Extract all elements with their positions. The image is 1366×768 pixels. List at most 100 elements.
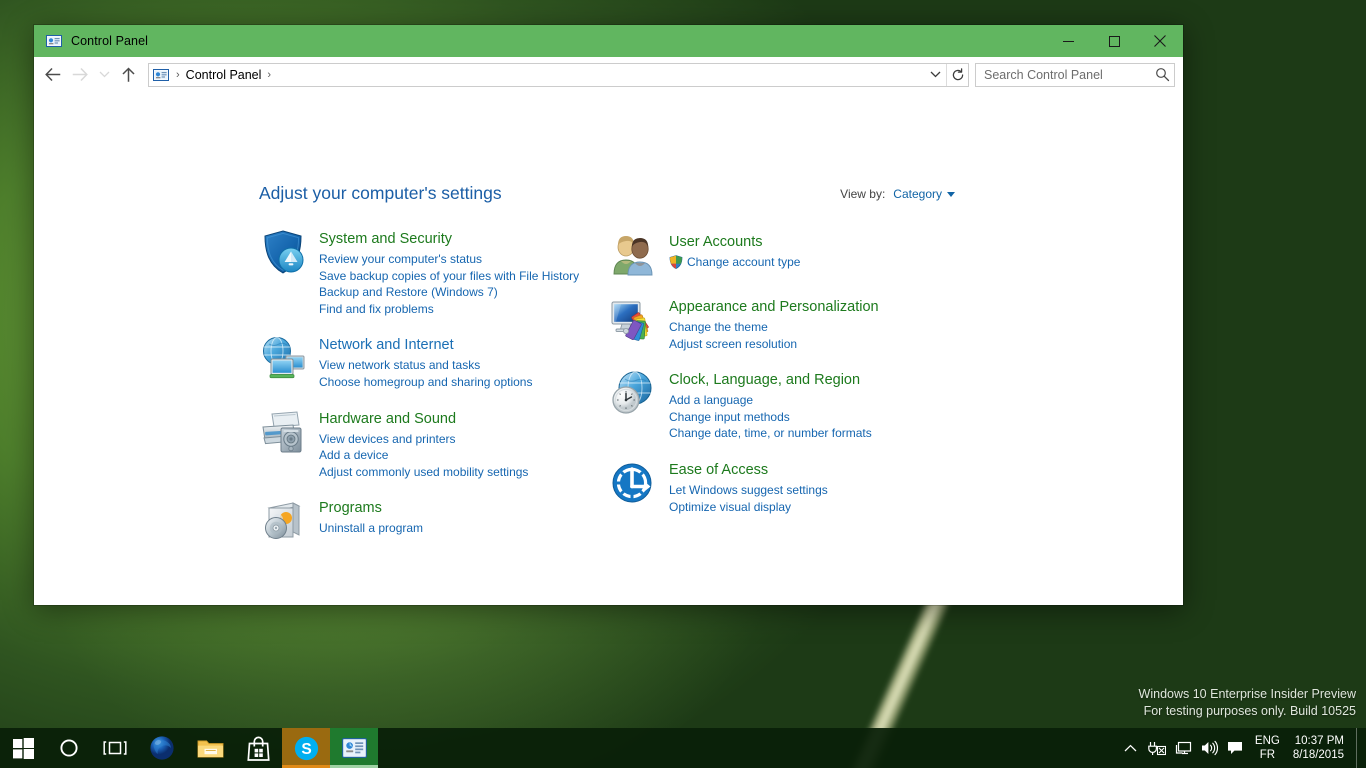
taskbar-app-file-explorer[interactable] [186,728,234,768]
edge-icon [150,736,174,760]
chevron-down-icon [99,71,109,78]
window-titlebar[interactable]: Control Panel [34,25,1183,57]
link-adjust-commonly-used-mobility-settings[interactable]: Adjust commonly used mobility settings [319,464,528,481]
forward-button[interactable] [66,61,94,89]
tray-overflow-button[interactable] [1118,728,1144,768]
tray-display-button[interactable] [1170,728,1196,768]
software-box-icon [259,497,307,545]
security-shield-icon [259,228,307,276]
link-choose-homegroup-and-sharing-options[interactable]: Choose homegroup and sharing options [319,374,532,391]
category-hardware-and-sound: Hardware and Sound View devices and prin… [259,408,609,481]
link-change-the-theme[interactable]: Change the theme [669,319,879,336]
tray-time: 10:37 PM [1294,735,1344,747]
caret-down-icon[interactable] [947,191,955,197]
clock-globe-icon [609,369,657,417]
system-tray: ENG FR 10:37 PM 8/18/2015 [1118,728,1366,768]
link-add-a-device[interactable]: Add a device [319,447,528,464]
store-icon [246,736,270,761]
link-view-devices-and-printers[interactable]: View devices and printers [319,431,528,448]
link-add-a-language[interactable]: Add a language [669,392,872,409]
category-title-system-and-security[interactable]: System and Security [319,230,452,249]
printer-speaker-icon [259,408,307,456]
link-change-date-time-or-number-formats[interactable]: Change date, time, or number formats [669,425,872,442]
taskbar-app-edge[interactable] [138,728,186,768]
category-column-right: User Accounts Change account type Appear… [609,228,959,562]
category-title-hardware-and-sound[interactable]: Hardware and Sound [319,410,456,429]
breadcrumb-separator-2[interactable]: › [262,69,276,81]
appearance-monitor-icon [609,296,657,344]
search-input[interactable] [984,67,1155,82]
minimize-button[interactable] [1045,25,1091,57]
network-disconnected-icon [1148,742,1166,756]
link-let-windows-suggest-settings[interactable]: Let Windows suggest settings [669,482,828,499]
up-button[interactable] [114,61,142,89]
tray-volume-button[interactable] [1196,728,1222,768]
link-change-input-methods[interactable]: Change input methods [669,409,872,426]
maximize-button[interactable] [1091,25,1137,57]
refresh-button[interactable] [946,63,968,86]
tray-clock[interactable]: 10:37 PM 8/18/2015 [1289,734,1356,762]
taskbar-app-control-panel[interactable] [330,728,378,768]
tray-language-primary: ENG [1254,735,1280,747]
show-desktop-button[interactable] [1356,728,1364,768]
category-title-appearance-and-personalization[interactable]: Appearance and Personalization [669,298,879,317]
category-body: Ease of Access Let Windows suggest setti… [669,459,828,515]
close-button[interactable] [1137,25,1183,57]
task-view-icon [103,741,127,755]
link-review-your-computers-status[interactable]: Review your computer's status [319,251,579,268]
category-title-programs[interactable]: Programs [319,499,382,518]
svg-text:S: S [301,741,311,758]
link-view-network-status-and-tasks[interactable]: View network status and tasks [319,357,532,374]
category-body: Hardware and Sound View devices and prin… [319,408,528,481]
breadcrumb[interactable]: › Control Panel › [148,62,969,87]
breadcrumb-separator[interactable]: › [171,69,185,81]
category-title-network-and-internet[interactable]: Network and Internet [319,336,454,355]
link-change-account-type[interactable]: Change account type [669,254,800,271]
control-panel-icon [341,738,367,758]
task-view-button[interactable] [92,728,138,768]
view-by-value[interactable]: Category [893,187,942,201]
chevron-down-icon [930,71,940,78]
user-accounts-icon [609,231,657,279]
category-body: System and Security Review your computer… [319,228,579,317]
breadcrumb-dropdown-button[interactable] [924,64,946,86]
link-save-backup-copies-file-history[interactable]: Save backup copies of your files with Fi… [319,268,579,285]
recent-locations-button[interactable] [94,61,114,89]
action-center-button[interactable] [1222,728,1248,768]
taskbar-app-skype[interactable]: S [282,728,330,768]
tray-date: 8/18/2015 [1292,749,1344,761]
back-button[interactable] [38,61,66,89]
tray-network-button[interactable] [1144,728,1170,768]
link-find-and-fix-problems[interactable]: Find and fix problems [319,301,579,318]
link-optimize-visual-display[interactable]: Optimize visual display [669,499,828,516]
control-panel-content: Adjust your computer's settings View by:… [34,93,1183,605]
view-by-control[interactable]: View by: Category [840,187,955,201]
window-title: Control Panel [71,34,149,48]
link-uninstall-a-program[interactable]: Uninstall a program [319,520,423,537]
link-adjust-screen-resolution[interactable]: Adjust screen resolution [669,336,879,353]
volume-icon [1201,740,1218,756]
category-title-ease-of-access[interactable]: Ease of Access [669,461,768,480]
category-body: User Accounts Change account type [669,231,800,279]
watermark-line-2: For testing purposes only. Build 10525 [1143,704,1356,718]
cortana-search-button[interactable] [46,728,92,768]
breadcrumb-item-control-panel[interactable]: Control Panel [185,68,263,82]
cortana-circle-icon [60,739,78,757]
taskbar-app-store[interactable] [234,728,282,768]
minimize-icon [1062,40,1074,42]
category-title-clock-language-and-region[interactable]: Clock, Language, and Region [669,371,860,390]
category-title-user-accounts[interactable]: User Accounts [669,233,763,252]
search-icon[interactable] [1155,67,1170,82]
category-programs: Programs Uninstall a program [259,497,609,545]
link-backup-and-restore-windows-7[interactable]: Backup and Restore (Windows 7) [319,284,579,301]
start-button[interactable] [0,728,46,768]
search-box[interactable] [975,62,1175,87]
taskbar-spacer [378,728,1118,768]
category-grid: System and Security Review your computer… [259,228,959,562]
desktop[interactable]: Control Panel › Control Panel › Search C… [0,0,1366,768]
action-center-icon [1227,742,1242,754]
watermark-line-1: Windows 10 Enterprise Insider Preview [1138,687,1356,701]
windows-start-icon [12,737,34,759]
tray-language-indicator[interactable]: ENG FR [1248,734,1289,762]
up-arrow-icon [121,67,135,82]
